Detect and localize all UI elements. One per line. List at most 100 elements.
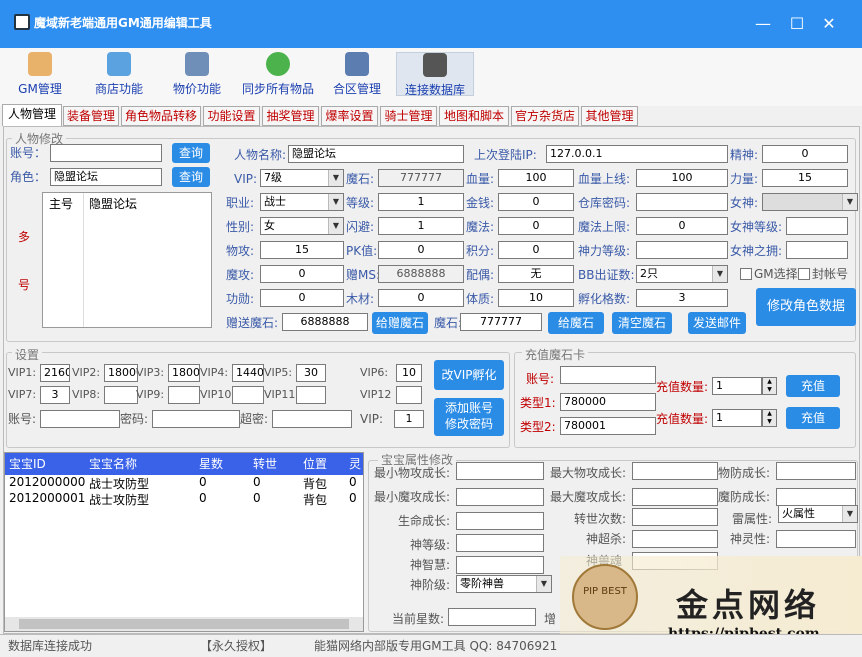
- max-patk-input[interactable]: [632, 462, 718, 480]
- vip11-input[interactable]: [296, 386, 326, 404]
- con-input[interactable]: 10: [498, 289, 574, 307]
- vip9-input[interactable]: [168, 386, 200, 404]
- gm-manage-button[interactable]: GM管理: [14, 52, 66, 98]
- settings-super-input[interactable]: [272, 410, 352, 428]
- level-input[interactable]: 1: [378, 193, 464, 211]
- warehouse-pwd-input[interactable]: [636, 193, 728, 211]
- goddess-level-input[interactable]: [786, 217, 848, 235]
- gem2-input[interactable]: 777777: [460, 313, 542, 331]
- tab-item-transfer[interactable]: 角色物品转移: [121, 106, 201, 126]
- hp-input[interactable]: 100: [498, 169, 574, 187]
- spouse-input[interactable]: 无: [498, 265, 574, 283]
- god-kill-input[interactable]: [632, 530, 718, 548]
- money-input[interactable]: 0: [498, 193, 574, 211]
- tab-other[interactable]: 其他管理: [581, 106, 638, 126]
- gift-gem-input[interactable]: 6888888: [282, 313, 368, 331]
- account-input[interactable]: [50, 144, 162, 162]
- gift-ms-input[interactable]: 6888888: [378, 265, 464, 283]
- horizontal-scrollbar[interactable]: [5, 617, 363, 631]
- gem-input[interactable]: 777777: [378, 169, 464, 187]
- hp-growth-input[interactable]: [456, 512, 544, 530]
- sex-select[interactable]: 女 ▼: [260, 217, 344, 235]
- rebirth-count-input[interactable]: [632, 508, 718, 526]
- goddess-hug-input[interactable]: [786, 241, 848, 259]
- spirit-input[interactable]: 0: [762, 145, 848, 163]
- qty2-input[interactable]: 1: [712, 409, 762, 427]
- merit-input[interactable]: 0: [260, 289, 344, 307]
- vip4-input[interactable]: 14400: [232, 364, 264, 382]
- qty2-spinner[interactable]: ▲ ▼: [762, 409, 777, 427]
- send-mail-button[interactable]: 发送邮件: [688, 312, 746, 334]
- vip8-input[interactable]: [104, 386, 138, 404]
- maximize-button[interactable]: ☐: [782, 10, 812, 38]
- vip-select[interactable]: 7级 ▼: [260, 169, 344, 187]
- thunder-select[interactable]: 火属性 ▼: [778, 505, 858, 523]
- vip2-input[interactable]: 18000: [104, 364, 138, 382]
- qty1-spinner[interactable]: ▲ ▼: [762, 377, 777, 395]
- multi-account-list[interactable]: 主号 隐盟论坛: [42, 192, 212, 328]
- job-select[interactable]: 战士 ▼: [260, 193, 344, 211]
- pk-input[interactable]: 0: [378, 241, 464, 259]
- divine-level-input[interactable]: [636, 241, 728, 259]
- goddess-select[interactable]: ▼: [762, 193, 858, 211]
- pet-grid[interactable]: 宝宝ID 宝宝名称 星数 转世 位置 灵 2012000000 战士攻防型 0 …: [4, 452, 364, 632]
- clear-gem-button[interactable]: 清空魔石: [612, 312, 672, 334]
- query-account-button[interactable]: 查询: [172, 143, 210, 163]
- minimize-button[interactable]: —: [748, 10, 778, 38]
- pdef-input[interactable]: [776, 462, 856, 480]
- recharge-button-1[interactable]: 充值: [786, 375, 840, 397]
- settings-password-input[interactable]: [152, 410, 240, 428]
- min-matk-input[interactable]: [456, 488, 544, 506]
- query-role-button[interactable]: 查询: [172, 167, 210, 187]
- max-matk-input[interactable]: [632, 488, 718, 506]
- price-button[interactable]: 物价功能: [168, 52, 226, 98]
- dodge-input[interactable]: 1: [378, 217, 464, 235]
- recharge-button-2[interactable]: 充值: [786, 407, 840, 429]
- hpmax-input[interactable]: 100: [636, 169, 728, 187]
- merge-server-button[interactable]: 合区管理: [328, 52, 386, 98]
- close-button[interactable]: ✕: [814, 10, 844, 38]
- type2-input[interactable]: 780001: [560, 417, 656, 435]
- god-level-input[interactable]: [456, 534, 544, 552]
- seal-account-checkbox[interactable]: [798, 268, 810, 280]
- table-row[interactable]: 2012000000 战士攻防型 0 0 背包 0: [5, 475, 363, 491]
- vip10-input[interactable]: [232, 386, 264, 404]
- sync-items-button[interactable]: 同步所有物品: [238, 52, 318, 98]
- tab-function[interactable]: 功能设置: [203, 106, 260, 126]
- type1-input[interactable]: 780000: [560, 393, 656, 411]
- give-gem-button[interactable]: 给魔石: [548, 312, 604, 334]
- vip7-input[interactable]: 3: [40, 386, 70, 404]
- tab-lottery[interactable]: 抽奖管理: [262, 106, 319, 126]
- mpmax-input[interactable]: 0: [636, 217, 728, 235]
- recharge-account-input[interactable]: [560, 366, 656, 384]
- bb-select[interactable]: 2只 ▼: [636, 265, 728, 283]
- matk-input[interactable]: 0: [260, 265, 344, 283]
- vip5-input[interactable]: 30: [296, 364, 326, 382]
- mdef-input[interactable]: [776, 488, 856, 506]
- min-patk-input[interactable]: [456, 462, 544, 480]
- mp-input[interactable]: 0: [498, 217, 574, 235]
- add-account-button[interactable]: 添加账号 修改密码: [434, 398, 504, 436]
- wood-input[interactable]: 0: [378, 289, 464, 307]
- god-stage-select[interactable]: 零阶神兽 ▼: [456, 575, 552, 593]
- role-input[interactable]: 隐盟论坛: [50, 168, 162, 186]
- lastip-input[interactable]: 127.0.0.1: [546, 145, 728, 163]
- god-spirit-input[interactable]: [776, 530, 856, 548]
- qty1-input[interactable]: 1: [712, 377, 762, 395]
- shop-button[interactable]: 商店功能: [88, 52, 150, 98]
- settings-vip-input[interactable]: 1: [394, 410, 424, 428]
- settings-account-input[interactable]: [40, 410, 120, 428]
- vip3-input[interactable]: 18000: [168, 364, 200, 382]
- gm-select-checkbox[interactable]: [740, 268, 752, 280]
- tab-character[interactable]: 人物管理: [2, 104, 62, 126]
- give-gift-gem-button[interactable]: 给赠魔石: [372, 312, 428, 334]
- str-input[interactable]: 15: [762, 169, 848, 187]
- table-row[interactable]: 2012000001 战士攻防型 0 0 背包 0: [5, 491, 363, 507]
- current-star-input[interactable]: [448, 608, 536, 626]
- modify-character-button[interactable]: 修改角色数据: [756, 288, 856, 326]
- tab-official-store[interactable]: 官方杂货店: [511, 106, 579, 126]
- connect-db-button[interactable]: 连接数据库: [396, 52, 474, 97]
- tab-map-script[interactable]: 地图和脚本: [439, 106, 509, 126]
- tab-knight[interactable]: 骑士管理: [380, 106, 437, 126]
- tab-equipment[interactable]: 装备管理: [63, 106, 119, 126]
